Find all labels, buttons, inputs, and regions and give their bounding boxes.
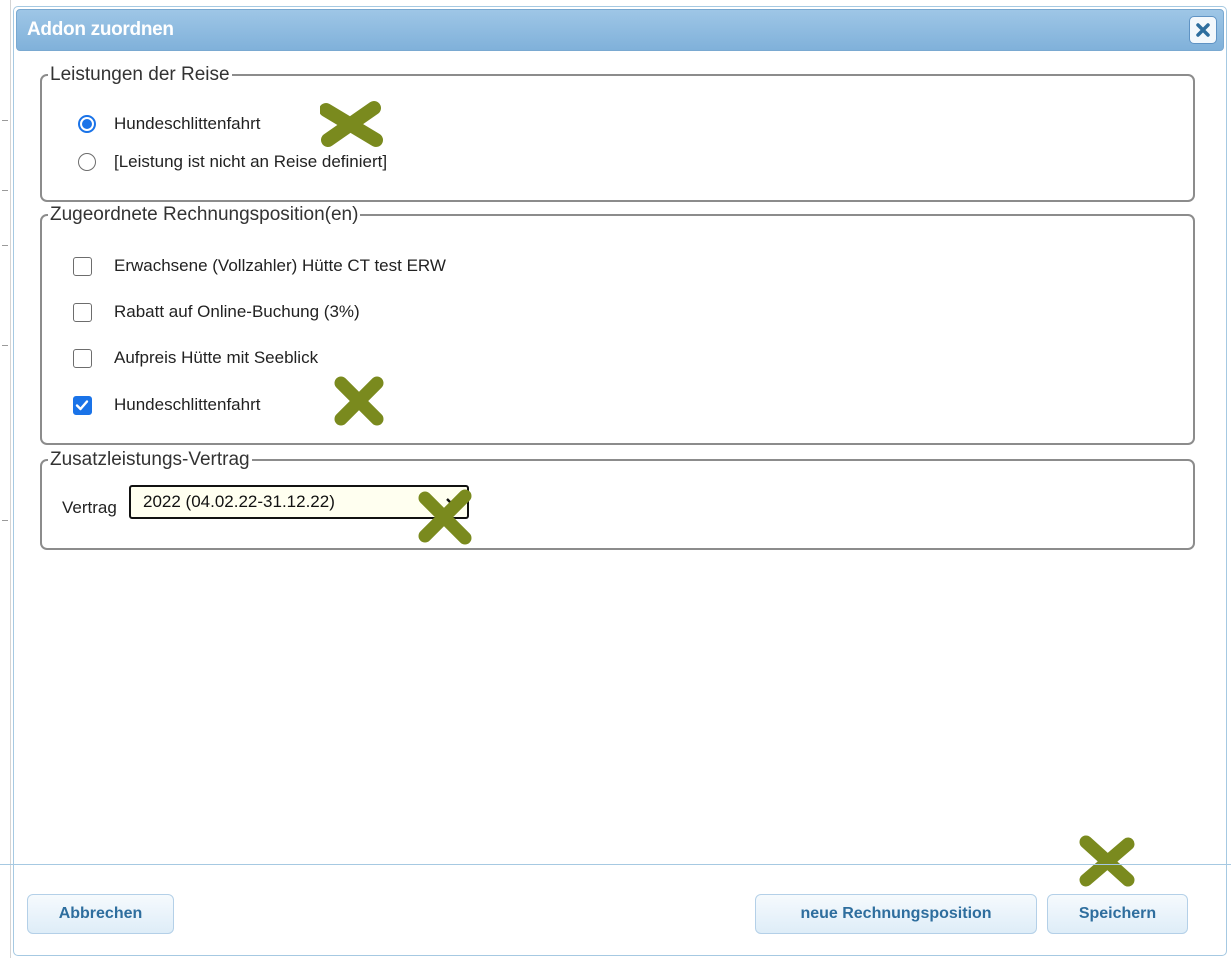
cancel-button[interactable]: Abbrechen [27,894,174,934]
annotation-cross-icon [320,101,383,147]
vertrag-selected-value: 2022 (04.02.22-31.12.22) [143,492,335,511]
rechnung-item-label: Erwachsene (Vollzahler) Hütte CT test ER… [114,256,446,275]
footer-divider [0,864,1231,865]
leistung-option-label: Hundeschlittenfahrt [114,114,261,133]
checkmark-icon [75,399,89,410]
rechnung-item-label: Aufpreis Hütte mit Seeblick [114,348,319,367]
leistung-radio[interactable] [78,153,96,171]
leistung-option[interactable]: [Leistung ist nicht an Reise definiert] [78,152,387,172]
vertrag-label: Vertrag [62,498,117,517]
dialog-titlebar[interactable]: Addon zuordnen [16,9,1224,51]
rechnung-checkbox[interactable] [73,256,92,276]
annotation-cross-icon [418,489,472,545]
dialog-title: Addon zuordnen [27,19,174,40]
leistung-option[interactable]: Hundeschlittenfahrt [78,114,260,134]
close-icon [1196,23,1210,37]
rechnung-checkbox[interactable] [73,348,92,368]
rechnung-item[interactable]: Erwachsene (Vollzahler) Hütte CT test ER… [73,256,446,276]
close-button[interactable] [1189,16,1217,44]
new-invoice-position-button[interactable]: neue Rechnungsposition [755,894,1037,934]
leistung-option-label: [Leistung ist nicht an Reise definiert] [114,152,388,171]
rechnung-item[interactable]: Rabatt auf Online-Buchung (3%) [73,302,360,322]
rechnung-legend: Zugeordnete Rechnungsposition(en) [50,204,359,225]
annotation-cross-icon [334,376,384,426]
rechnung-checkbox-checked[interactable] [73,395,92,415]
leistung-radio-selected[interactable] [78,115,96,133]
rechnung-item[interactable]: Aufpreis Hütte mit Seeblick [73,348,318,368]
annotation-cross-icon [1079,835,1135,887]
leistungen-legend: Leistungen der Reise [50,64,230,85]
rechnung-item-label: Rabatt auf Online-Buchung (3%) [114,302,360,321]
rechnung-item-label: Hundeschlittenfahrt [114,395,261,414]
save-button[interactable]: Speichern [1047,894,1188,934]
rechnung-checkbox[interactable] [73,302,92,322]
vertrag-legend: Zusatzleistungs-Vertrag [50,449,250,470]
rechnung-item[interactable]: Hundeschlittenfahrt [73,395,260,415]
background-window-edge [0,0,11,958]
